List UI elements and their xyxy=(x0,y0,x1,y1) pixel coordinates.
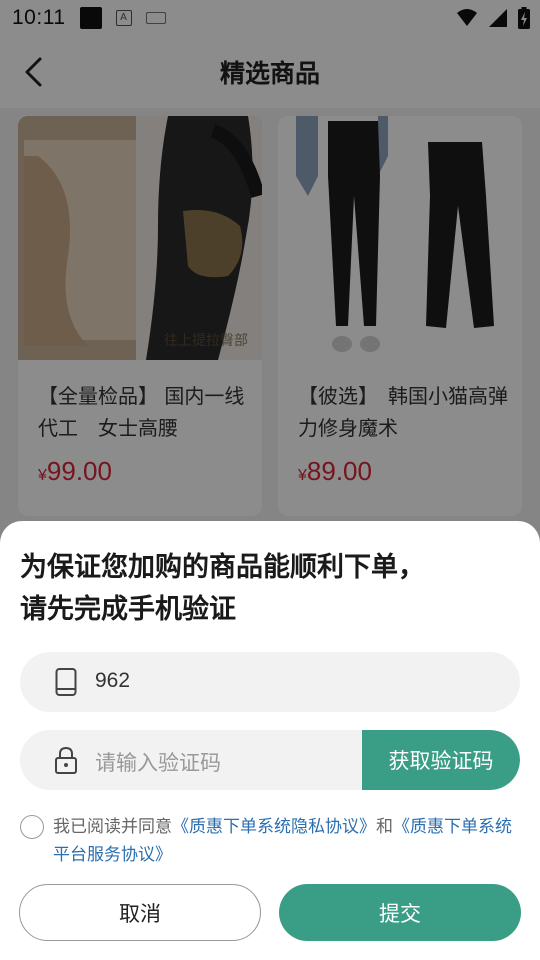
heading-line-2: 请先完成手机验证 xyxy=(20,594,236,625)
heading-line-1: 为保证您加购的商品能顺利下单， xyxy=(20,552,425,583)
code-input[interactable]: 请输入验证码 xyxy=(95,747,221,777)
get-code-button[interactable]: 获取验证码 xyxy=(362,730,520,790)
phone-field[interactable]: 962 xyxy=(20,652,520,712)
agree-prefix: 我已阅读并同意 xyxy=(53,817,172,837)
phone-icon xyxy=(55,668,77,696)
code-field[interactable]: 请输入验证码 获取验证码 xyxy=(20,730,520,790)
phone-verification-sheet: 为保证您加购的商品能顺利下单， 请先完成手机验证 962 请输入验证码 获取验证… xyxy=(0,521,540,960)
agree-and: 和 xyxy=(376,817,393,837)
agreement-row: 我已阅读并同意《质惠下单系统隐私协议》和《质惠下单系统平台服务协议》 xyxy=(20,813,525,869)
cancel-button[interactable]: 取消 xyxy=(19,884,261,941)
privacy-policy-link[interactable]: 《质惠下单系统隐私协议》 xyxy=(172,817,376,837)
dialog-heading: 为保证您加购的商品能顺利下单， 请先完成手机验证 xyxy=(20,547,520,631)
agree-checkbox[interactable] xyxy=(20,815,44,839)
phone-input[interactable]: 962 xyxy=(95,669,130,693)
lock-icon xyxy=(55,746,77,774)
agreement-text: 我已阅读并同意《质惠下单系统隐私协议》和《质惠下单系统平台服务协议》 xyxy=(20,813,525,869)
submit-button[interactable]: 提交 xyxy=(279,884,521,941)
